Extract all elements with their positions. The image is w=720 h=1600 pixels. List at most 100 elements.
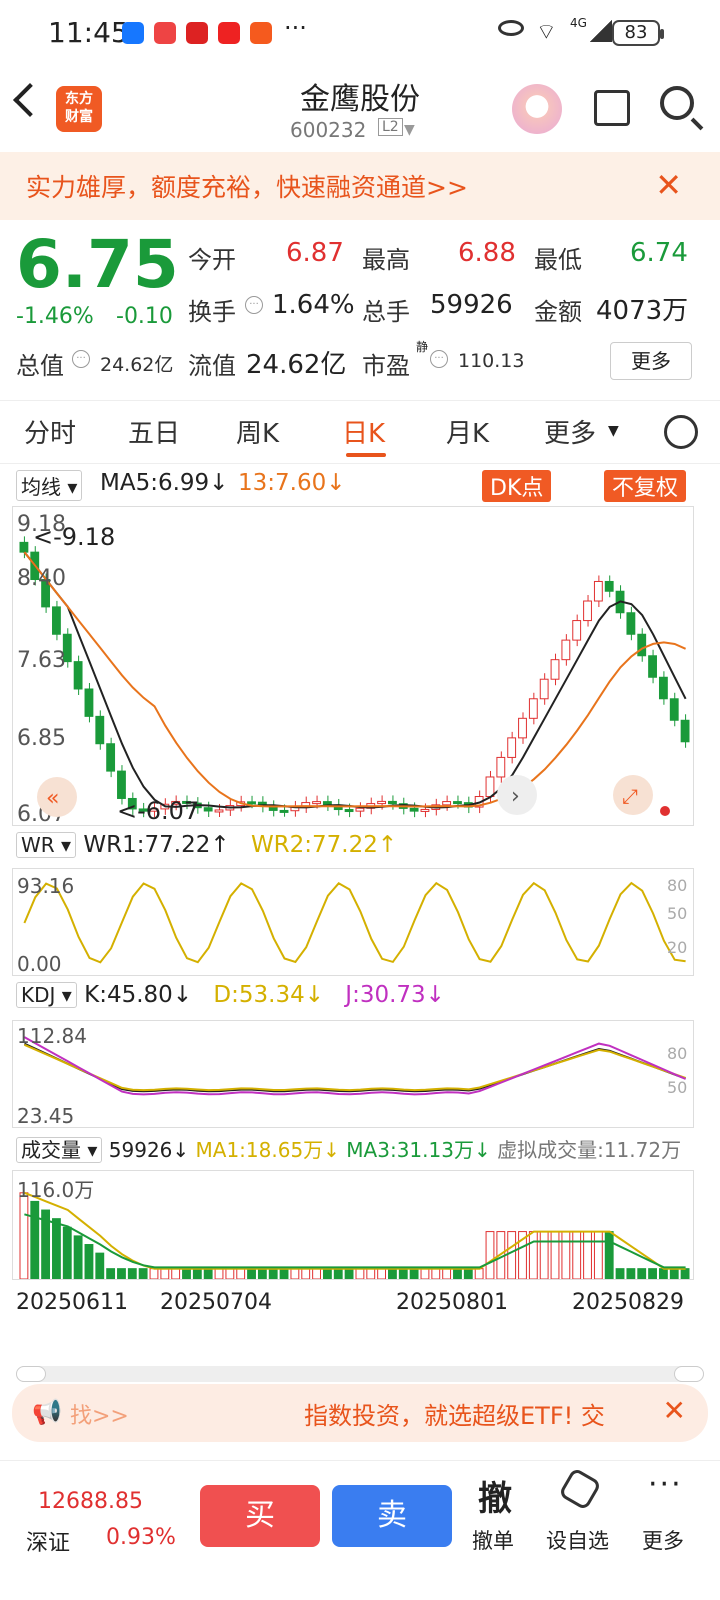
indicator-select-label[interactable]: 均线	[21, 475, 61, 499]
d-label: D:53.34↓	[213, 982, 324, 1008]
volume-bar	[409, 1268, 419, 1279]
volume-bar	[312, 1268, 321, 1279]
chevron-down-icon[interactable]: ▼	[608, 423, 619, 439]
candle	[669, 698, 679, 721]
volume-top: 116.0万	[17, 1178, 94, 1202]
expand-icon[interactable]: ⤢	[622, 784, 638, 808]
kline-chart[interactable]: 9.18 8.40 7.63 6.85 6.07 <-9.18 <-6.07 «…	[12, 506, 694, 826]
tab-intraday[interactable]: 分时	[24, 413, 76, 450]
chevron-down-icon[interactable]: ▼	[404, 122, 415, 138]
banner-text[interactable]: 实力雄厚，额度充裕，快速融资通道>>	[26, 168, 468, 204]
candle	[626, 612, 636, 635]
index-name[interactable]: 深证	[26, 1525, 70, 1557]
info-icon[interactable]: ···	[430, 350, 448, 368]
volume-select-label[interactable]: 成交量	[21, 1138, 81, 1162]
period-tabs: 分时 五日 周K 日K 月K 更多 ▼	[0, 400, 720, 464]
scroll-handle-right[interactable]	[674, 1366, 704, 1382]
sell-button[interactable]: 卖	[332, 1485, 452, 1547]
chart-scrollbar[interactable]	[16, 1366, 704, 1382]
candle	[84, 688, 94, 717]
k-label: K:45.80↓	[84, 982, 193, 1008]
kdj-select-label[interactable]: KDJ	[21, 983, 55, 1007]
volume-bar	[604, 1231, 614, 1279]
info-icon[interactable]: ···	[72, 350, 90, 368]
close-icon[interactable]: ✕	[655, 166, 682, 204]
gear-icon[interactable]	[664, 415, 698, 449]
more-label[interactable]: 更多	[642, 1525, 684, 1555]
candle	[117, 770, 126, 799]
tab-five-day[interactable]: 五日	[128, 413, 180, 450]
level2-badge[interactable]: L2	[378, 118, 403, 136]
volume-select[interactable]: 成交量 ▾	[16, 1137, 103, 1163]
app-icon	[218, 22, 240, 44]
volume-bar	[431, 1268, 441, 1279]
add-watchlist-icon[interactable]	[558, 1467, 602, 1511]
share-icon[interactable]	[594, 90, 630, 126]
wr2-label: WR2:77.22↑	[250, 832, 398, 858]
ad-text[interactable]: 指数投资，就选超级ETF! 交	[304, 1396, 605, 1431]
tab-weekly[interactable]: 周K	[236, 413, 279, 450]
kline-candles	[19, 536, 690, 818]
search-icon[interactable]	[660, 86, 694, 120]
wr-chart[interactable]: 93.16 0.00 80 50 20	[12, 868, 694, 976]
app-icon	[154, 22, 176, 44]
candle	[377, 800, 387, 805]
indicator-select[interactable]: 均线 ▾	[16, 470, 83, 501]
add-watchlist-label[interactable]: 设自选	[546, 1525, 609, 1555]
candle	[528, 698, 538, 719]
ad-left-text[interactable]: 找>>	[70, 1398, 129, 1430]
eye-icon	[498, 20, 524, 36]
volume-bar	[398, 1268, 408, 1279]
tab-daily[interactable]: 日K	[342, 413, 385, 450]
k-line	[23, 1042, 686, 1093]
volume-bar	[463, 1268, 473, 1279]
y-tick: 6.85	[17, 726, 66, 751]
volume-bar	[474, 1268, 484, 1279]
candle	[203, 807, 213, 812]
financing-banner[interactable]: 实力雄厚，额度充裕，快速融资通道>> ✕	[0, 152, 720, 220]
etf-ad-banner[interactable]: 📢 找>> 指数投资，就选超级ETF! 交 ✕	[12, 1384, 708, 1442]
wr-ref: 20	[667, 938, 687, 957]
y-tick: 7.63	[17, 648, 66, 673]
close-icon[interactable]: ✕	[663, 1394, 686, 1427]
d-line	[23, 1043, 686, 1092]
cancel-order-icon[interactable]: 撤	[478, 1471, 512, 1520]
chevron-right-icon[interactable]: ›	[511, 784, 520, 809]
high-label: 最高	[362, 246, 410, 274]
stock-code[interactable]: 600232	[290, 118, 366, 142]
pe-value: 110.13	[458, 350, 525, 372]
status-time: 11:45	[48, 16, 129, 49]
double-chevron-left-icon[interactable]: «	[46, 786, 59, 811]
volume-bar	[52, 1218, 61, 1279]
volume-chart[interactable]: 116.0万	[12, 1170, 694, 1280]
cancel-order-label[interactable]: 撤单	[472, 1525, 514, 1555]
info-icon[interactable]: ···	[245, 296, 263, 314]
dk-point-button[interactable]: DK点	[482, 470, 552, 502]
index-value[interactable]: 12688.85	[38, 1489, 143, 1514]
volume-bar	[106, 1268, 116, 1279]
volume-bar	[420, 1268, 430, 1279]
kdj-top: 112.84	[17, 1024, 87, 1048]
alipay-icon	[122, 22, 144, 44]
more-dots-icon[interactable]: ···	[648, 1467, 683, 1502]
kdj-select[interactable]: KDJ ▾	[16, 982, 77, 1008]
volume-bar	[138, 1268, 148, 1279]
tab-monthly[interactable]: 月K	[446, 413, 489, 450]
volume-value-label: 59926↓	[108, 1138, 190, 1162]
scroll-handle-left[interactable]	[16, 1366, 46, 1382]
index-percent[interactable]: 0.93%	[106, 1525, 176, 1550]
more-quote-button[interactable]: 更多	[610, 342, 692, 380]
assistant-robot-icon[interactable]	[512, 84, 562, 134]
adjust-mode-button[interactable]: 不复权	[604, 470, 687, 502]
buy-button[interactable]: 买	[200, 1485, 320, 1547]
amount-label: 金额	[534, 298, 582, 326]
kdj-bottom: 23.45	[17, 1104, 74, 1128]
wr-select-label[interactable]: WR	[21, 833, 55, 857]
volume-bar	[572, 1231, 582, 1279]
volume-bars	[19, 1192, 690, 1279]
kdj-chart[interactable]: 112.84 23.45 80 50	[12, 1020, 694, 1128]
candle	[95, 715, 105, 745]
turnover-label: 换手	[188, 298, 236, 326]
wr-select[interactable]: WR ▾	[16, 832, 77, 858]
tab-more[interactable]: 更多	[544, 413, 596, 450]
